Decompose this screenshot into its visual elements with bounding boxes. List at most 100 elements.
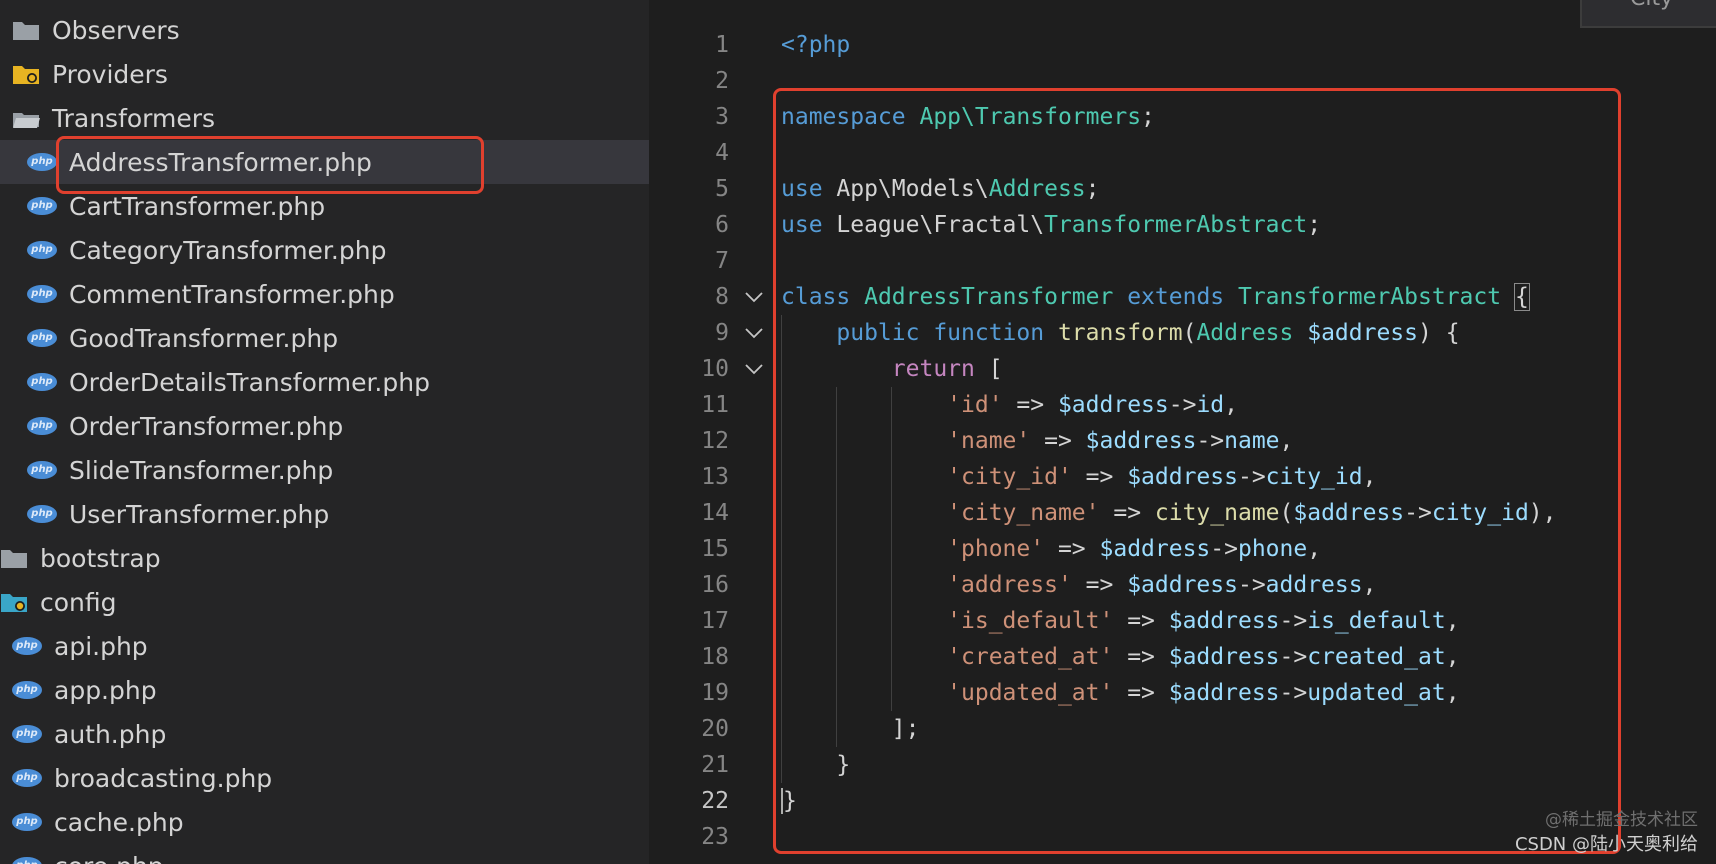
line-number: 3 bbox=[715, 104, 729, 130]
code-token: <?php bbox=[781, 32, 851, 58]
tree-item[interactable]: php auth.php bbox=[0, 712, 649, 756]
fold-chevron-icon[interactable] bbox=[744, 351, 764, 387]
watermark: @稀土掘金技术社区 CSDN @陆小天奥利给 bbox=[1515, 805, 1698, 856]
folder-gear-icon bbox=[12, 63, 40, 85]
code-line: 9 public function transform(Address $add… bbox=[649, 315, 1716, 351]
code-token: , bbox=[1445, 608, 1460, 634]
code-token: $address bbox=[1085, 428, 1197, 454]
php-file-icon: php bbox=[27, 373, 57, 391]
code-token: => bbox=[1071, 464, 1128, 490]
tree-item-label: UserTransformer.php bbox=[69, 499, 330, 529]
tree-item-label: Providers bbox=[52, 59, 168, 89]
tree-item[interactable]: Providers bbox=[0, 52, 649, 96]
php-file-icon: php bbox=[27, 417, 57, 435]
tree-item[interactable]: php CategoryTransformer.php bbox=[0, 228, 649, 272]
line-number: 15 bbox=[701, 536, 729, 562]
code-token: ( bbox=[1182, 320, 1197, 346]
code-text: ]; bbox=[781, 711, 920, 747]
tree-item[interactable]: Transformers bbox=[0, 96, 649, 140]
tree-item[interactable]: Observers bbox=[0, 8, 649, 52]
line-number: 21 bbox=[701, 752, 729, 778]
code-token: 'phone' bbox=[947, 536, 1045, 562]
code-token: id bbox=[1196, 392, 1225, 418]
line-number: 9 bbox=[715, 320, 729, 346]
code-token: -> bbox=[1237, 572, 1266, 598]
code-token: ; bbox=[1085, 176, 1100, 202]
php-file-icon: php bbox=[27, 241, 57, 259]
tree-item[interactable]: php AddressTransformer.php bbox=[0, 140, 649, 184]
tree-item[interactable]: php SlideTransformer.php bbox=[0, 448, 649, 492]
php-file-icon: php bbox=[27, 461, 57, 479]
fold-chevron-icon[interactable] bbox=[744, 279, 764, 315]
tree-item[interactable]: php UserTransformer.php bbox=[0, 492, 649, 536]
code-line: 13 'city_id' => $address->city_id, bbox=[649, 459, 1716, 495]
folder-icon bbox=[12, 19, 40, 41]
code-token: , bbox=[1362, 572, 1377, 598]
php-file-icon: php bbox=[12, 637, 42, 655]
line-number: 19 bbox=[701, 680, 729, 706]
tree-item-label: OrderDetailsTransformer.php bbox=[69, 367, 430, 397]
tree-item[interactable]: php api.php bbox=[0, 624, 649, 668]
code-token: ; bbox=[1141, 104, 1155, 130]
code-editor[interactable]: 1 <?php 2 3 namespace App\Transformers; 4 5 use… bbox=[649, 0, 1716, 864]
code-text: use League\Fractal\TransformerAbstract; bbox=[781, 207, 1321, 243]
tree-item[interactable]: php cache.php bbox=[0, 800, 649, 844]
code-token: => bbox=[1071, 572, 1128, 598]
tree-item-label: broadcasting.php bbox=[54, 763, 273, 793]
tree-item-label: app.php bbox=[54, 675, 157, 705]
php-file-icon: php bbox=[27, 285, 57, 303]
code-text: 'is_default' => $address->is_default, bbox=[781, 603, 1460, 639]
code-line: 3 namespace App\Transformers; bbox=[649, 99, 1716, 135]
code-line: 21 } bbox=[649, 747, 1716, 783]
code-token: -> bbox=[1210, 536, 1238, 562]
line-number: 7 bbox=[715, 248, 729, 274]
tree-item[interactable]: config bbox=[0, 580, 649, 624]
tree-item[interactable]: php OrderTransformer.php bbox=[0, 404, 649, 448]
code-text: public function transform(Address $addre… bbox=[781, 315, 1459, 351]
tree-item[interactable]: php broadcasting.php bbox=[0, 756, 649, 800]
code-token: , bbox=[1224, 392, 1238, 418]
tree-item[interactable]: php GoodTransformer.php bbox=[0, 316, 649, 360]
code-token: , bbox=[1362, 464, 1377, 490]
folder-gear-icon bbox=[0, 591, 28, 613]
code-token: extends bbox=[1127, 284, 1238, 310]
code-token: TransformerAbstract bbox=[1237, 284, 1515, 310]
tree-item[interactable]: bootstrap bbox=[0, 536, 649, 580]
tree-item[interactable]: php OrderDetailsTransformer.php bbox=[0, 360, 649, 404]
code-token: ( bbox=[1279, 500, 1294, 526]
watermark-csdn: CSDN @陆小天奥利给 bbox=[1514, 834, 1698, 855]
code-line: 8 class AddressTransformer extends Transf… bbox=[649, 279, 1716, 315]
code-token: $address bbox=[1127, 572, 1238, 598]
line-number: 17 bbox=[701, 608, 729, 634]
code-line: 4 bbox=[649, 135, 1716, 171]
code-token: $address bbox=[1168, 608, 1280, 634]
line-number: 16 bbox=[701, 572, 729, 598]
code-line: 20 ]; bbox=[649, 711, 1716, 747]
line-number: 11 bbox=[701, 392, 729, 418]
line-number: 4 bbox=[715, 140, 729, 166]
code-token: city_name bbox=[1154, 500, 1280, 526]
fold-chevron-icon[interactable] bbox=[744, 315, 764, 351]
code-token: TransformerAbstract bbox=[1044, 212, 1308, 238]
tree-item-label: core.php bbox=[54, 852, 164, 864]
tree-item[interactable]: php app.php bbox=[0, 668, 649, 712]
php-file-icon: php bbox=[27, 505, 57, 523]
tree-item-label: CommentTransformer.php bbox=[69, 279, 395, 309]
code-text: 'city_name' => city_name($address->city_… bbox=[781, 495, 1556, 531]
code-text: 'created_at' => $address->created_at, bbox=[781, 639, 1459, 675]
code-token: city_id bbox=[1431, 500, 1529, 526]
tree-item[interactable]: php CommentTransformer.php bbox=[0, 272, 649, 316]
code-token: phone bbox=[1237, 536, 1308, 562]
code-text: 'updated_at' => $address->updated_at, bbox=[781, 675, 1459, 711]
tree-item[interactable]: php core.php bbox=[0, 844, 649, 864]
code-token: 'address' bbox=[947, 572, 1072, 598]
tree-item-label: OrderTransformer.php bbox=[69, 411, 344, 441]
code-token: $address bbox=[1307, 320, 1418, 346]
tree-item[interactable]: php CartTransformer.php bbox=[0, 184, 649, 228]
line-number: 8 bbox=[715, 284, 729, 310]
line-number: 12 bbox=[701, 428, 729, 454]
